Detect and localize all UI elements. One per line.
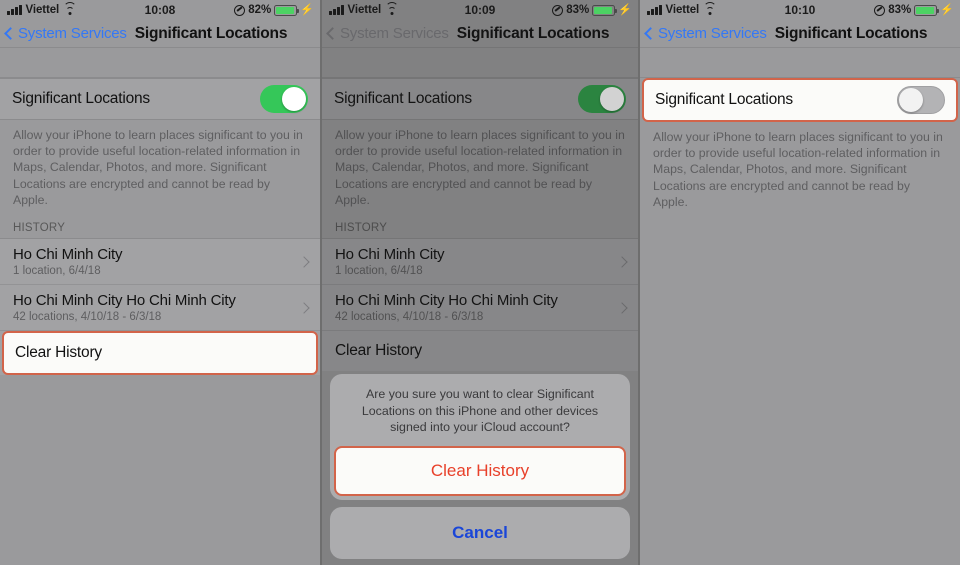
history-item-subtitle: 42 locations, 4/10/18 - 6/3/18 xyxy=(335,311,484,324)
significant-locations-label: Significant Locations xyxy=(655,91,793,108)
three-panel-screenshot: Viettel 10:08 82% ⚡ System Services Sign… xyxy=(0,0,960,565)
wifi-icon xyxy=(385,2,399,15)
chevron-left-icon xyxy=(644,27,657,40)
footnote-text: Allow your iPhone to learn places signif… xyxy=(322,120,638,219)
signal-bars-icon xyxy=(647,4,662,15)
chevron-right-icon xyxy=(298,301,310,314)
chevron-left-icon xyxy=(4,27,17,40)
signal-bars-icon xyxy=(329,4,344,15)
significant-locations-row[interactable]: Significant Locations xyxy=(0,78,320,120)
chevron-left-icon xyxy=(326,27,339,40)
alert-confirm-button[interactable]: Clear History xyxy=(334,446,626,496)
significant-locations-toggle[interactable] xyxy=(260,85,308,113)
carrier-label: Viettel xyxy=(665,4,700,16)
settings-content: Significant Locations Allow your iPhone … xyxy=(322,48,638,372)
chevron-right-icon xyxy=(298,255,310,268)
history-list: Ho Chi Minh City 1 location, 6/4/18 Ho C… xyxy=(322,238,638,372)
status-left: Viettel xyxy=(7,2,77,16)
back-button-label: System Services xyxy=(658,25,767,42)
status-right: 82% ⚡ xyxy=(234,4,314,16)
history-item-subtitle: 1 location, 6/4/18 xyxy=(13,265,101,278)
carrier-label: Viettel xyxy=(25,4,60,16)
status-right: 83% ⚡ xyxy=(552,4,632,16)
battery-icon xyxy=(592,4,618,16)
status-right: 83% ⚡ xyxy=(874,4,954,16)
history-item[interactable]: Ho Chi Minh City Ho Chi Minh City 42 loc… xyxy=(322,285,638,332)
page-title: Significant Locations xyxy=(774,24,928,42)
top-spacer xyxy=(640,48,960,78)
status-bar: Viettel 10:09 83% ⚡ xyxy=(322,0,638,20)
battery-percent: 83% xyxy=(888,4,912,16)
battery-icon xyxy=(914,4,940,16)
lightning-bolt-icon: ⚡ xyxy=(940,3,954,16)
significant-locations-row[interactable]: Significant Locations xyxy=(642,78,958,122)
settings-content: Significant Locations Allow your iPhone … xyxy=(640,48,960,221)
history-item-title: Ho Chi Minh City xyxy=(13,246,123,264)
back-button[interactable]: System Services xyxy=(644,25,767,42)
history-item[interactable]: Ho Chi Minh City 1 location, 6/4/18 xyxy=(322,239,638,286)
history-item-subtitle: 42 locations, 4/10/18 - 6/3/18 xyxy=(13,311,162,324)
battery-percent: 83% xyxy=(566,4,590,16)
significant-locations-toggle[interactable] xyxy=(578,85,626,113)
toggle-knob xyxy=(282,87,306,111)
settings-content: Significant Locations Allow your iPhone … xyxy=(0,48,320,376)
wifi-icon xyxy=(703,2,717,15)
back-button[interactable]: System Services xyxy=(4,25,127,42)
back-button-label: System Services xyxy=(340,25,449,42)
status-bar: Viettel 10:08 82% ⚡ xyxy=(0,0,320,20)
alert-card: Are you sure you want to clear Significa… xyxy=(330,373,630,500)
location-services-icon xyxy=(552,4,564,16)
location-services-icon xyxy=(874,4,886,16)
back-button-label: System Services xyxy=(18,25,127,42)
footnote-text: Allow your iPhone to learn places signif… xyxy=(640,122,960,221)
status-bar: Viettel 10:10 83% ⚡ xyxy=(640,0,960,20)
back-button[interactable]: System Services xyxy=(326,25,449,42)
lightning-bolt-icon: ⚡ xyxy=(300,3,314,16)
history-item-title: Ho Chi Minh City xyxy=(335,246,445,264)
carrier-label: Viettel xyxy=(347,4,382,16)
alert-cancel-button[interactable]: Cancel xyxy=(330,507,630,559)
clear-history-button[interactable]: Clear History xyxy=(322,331,638,372)
page-title: Significant Locations xyxy=(134,24,288,42)
lightning-bolt-icon: ⚡ xyxy=(618,3,632,16)
significant-locations-label: Significant Locations xyxy=(12,90,150,107)
panel-step-2: Viettel 10:09 83% ⚡ System Services Sign… xyxy=(320,0,640,565)
battery-percent: 82% xyxy=(248,4,272,16)
clear-history-button[interactable]: Clear History xyxy=(2,331,318,376)
top-spacer xyxy=(322,48,638,78)
history-item-subtitle: 1 location, 6/4/18 xyxy=(335,265,423,278)
history-item[interactable]: Ho Chi Minh City 1 location, 6/4/18 xyxy=(0,239,320,286)
history-item[interactable]: Ho Chi Minh City Ho Chi Minh City 42 loc… xyxy=(0,285,320,332)
status-left: Viettel xyxy=(329,2,399,16)
clear-history-alert: Are you sure you want to clear Significa… xyxy=(330,373,630,559)
history-item-title: Ho Chi Minh City Ho Chi Minh City xyxy=(13,292,236,310)
nav-bar: System Services Significant Locations xyxy=(640,20,960,48)
history-list: Ho Chi Minh City 1 location, 6/4/18 Ho C… xyxy=(0,238,320,376)
significant-locations-label: Significant Locations xyxy=(334,90,472,107)
battery-icon xyxy=(274,4,300,16)
wifi-icon xyxy=(63,2,77,15)
location-services-icon xyxy=(234,4,246,16)
significant-locations-row[interactable]: Significant Locations xyxy=(322,78,638,120)
nav-bar: System Services Significant Locations xyxy=(322,20,638,48)
history-item-title: Ho Chi Minh City Ho Chi Minh City xyxy=(335,292,558,310)
chevron-right-icon xyxy=(616,255,628,268)
nav-bar: System Services Significant Locations xyxy=(0,20,320,48)
toggle-knob xyxy=(600,87,624,111)
chevron-right-icon xyxy=(616,301,628,314)
signal-bars-icon xyxy=(7,4,22,15)
significant-locations-toggle[interactable] xyxy=(897,86,945,114)
history-section-header: HISTORY xyxy=(0,218,320,239)
top-spacer xyxy=(0,48,320,78)
toggle-knob xyxy=(899,88,923,112)
footnote-text: Allow your iPhone to learn places signif… xyxy=(0,120,320,219)
status-left: Viettel xyxy=(647,2,717,16)
panel-step-3: Viettel 10:10 83% ⚡ System Services Sign… xyxy=(640,0,960,565)
history-section-header: HISTORY xyxy=(322,218,638,239)
alert-message: Are you sure you want to clear Significa… xyxy=(361,386,599,435)
panel-step-1: Viettel 10:08 82% ⚡ System Services Sign… xyxy=(0,0,320,565)
page-title: Significant Locations xyxy=(456,24,610,42)
